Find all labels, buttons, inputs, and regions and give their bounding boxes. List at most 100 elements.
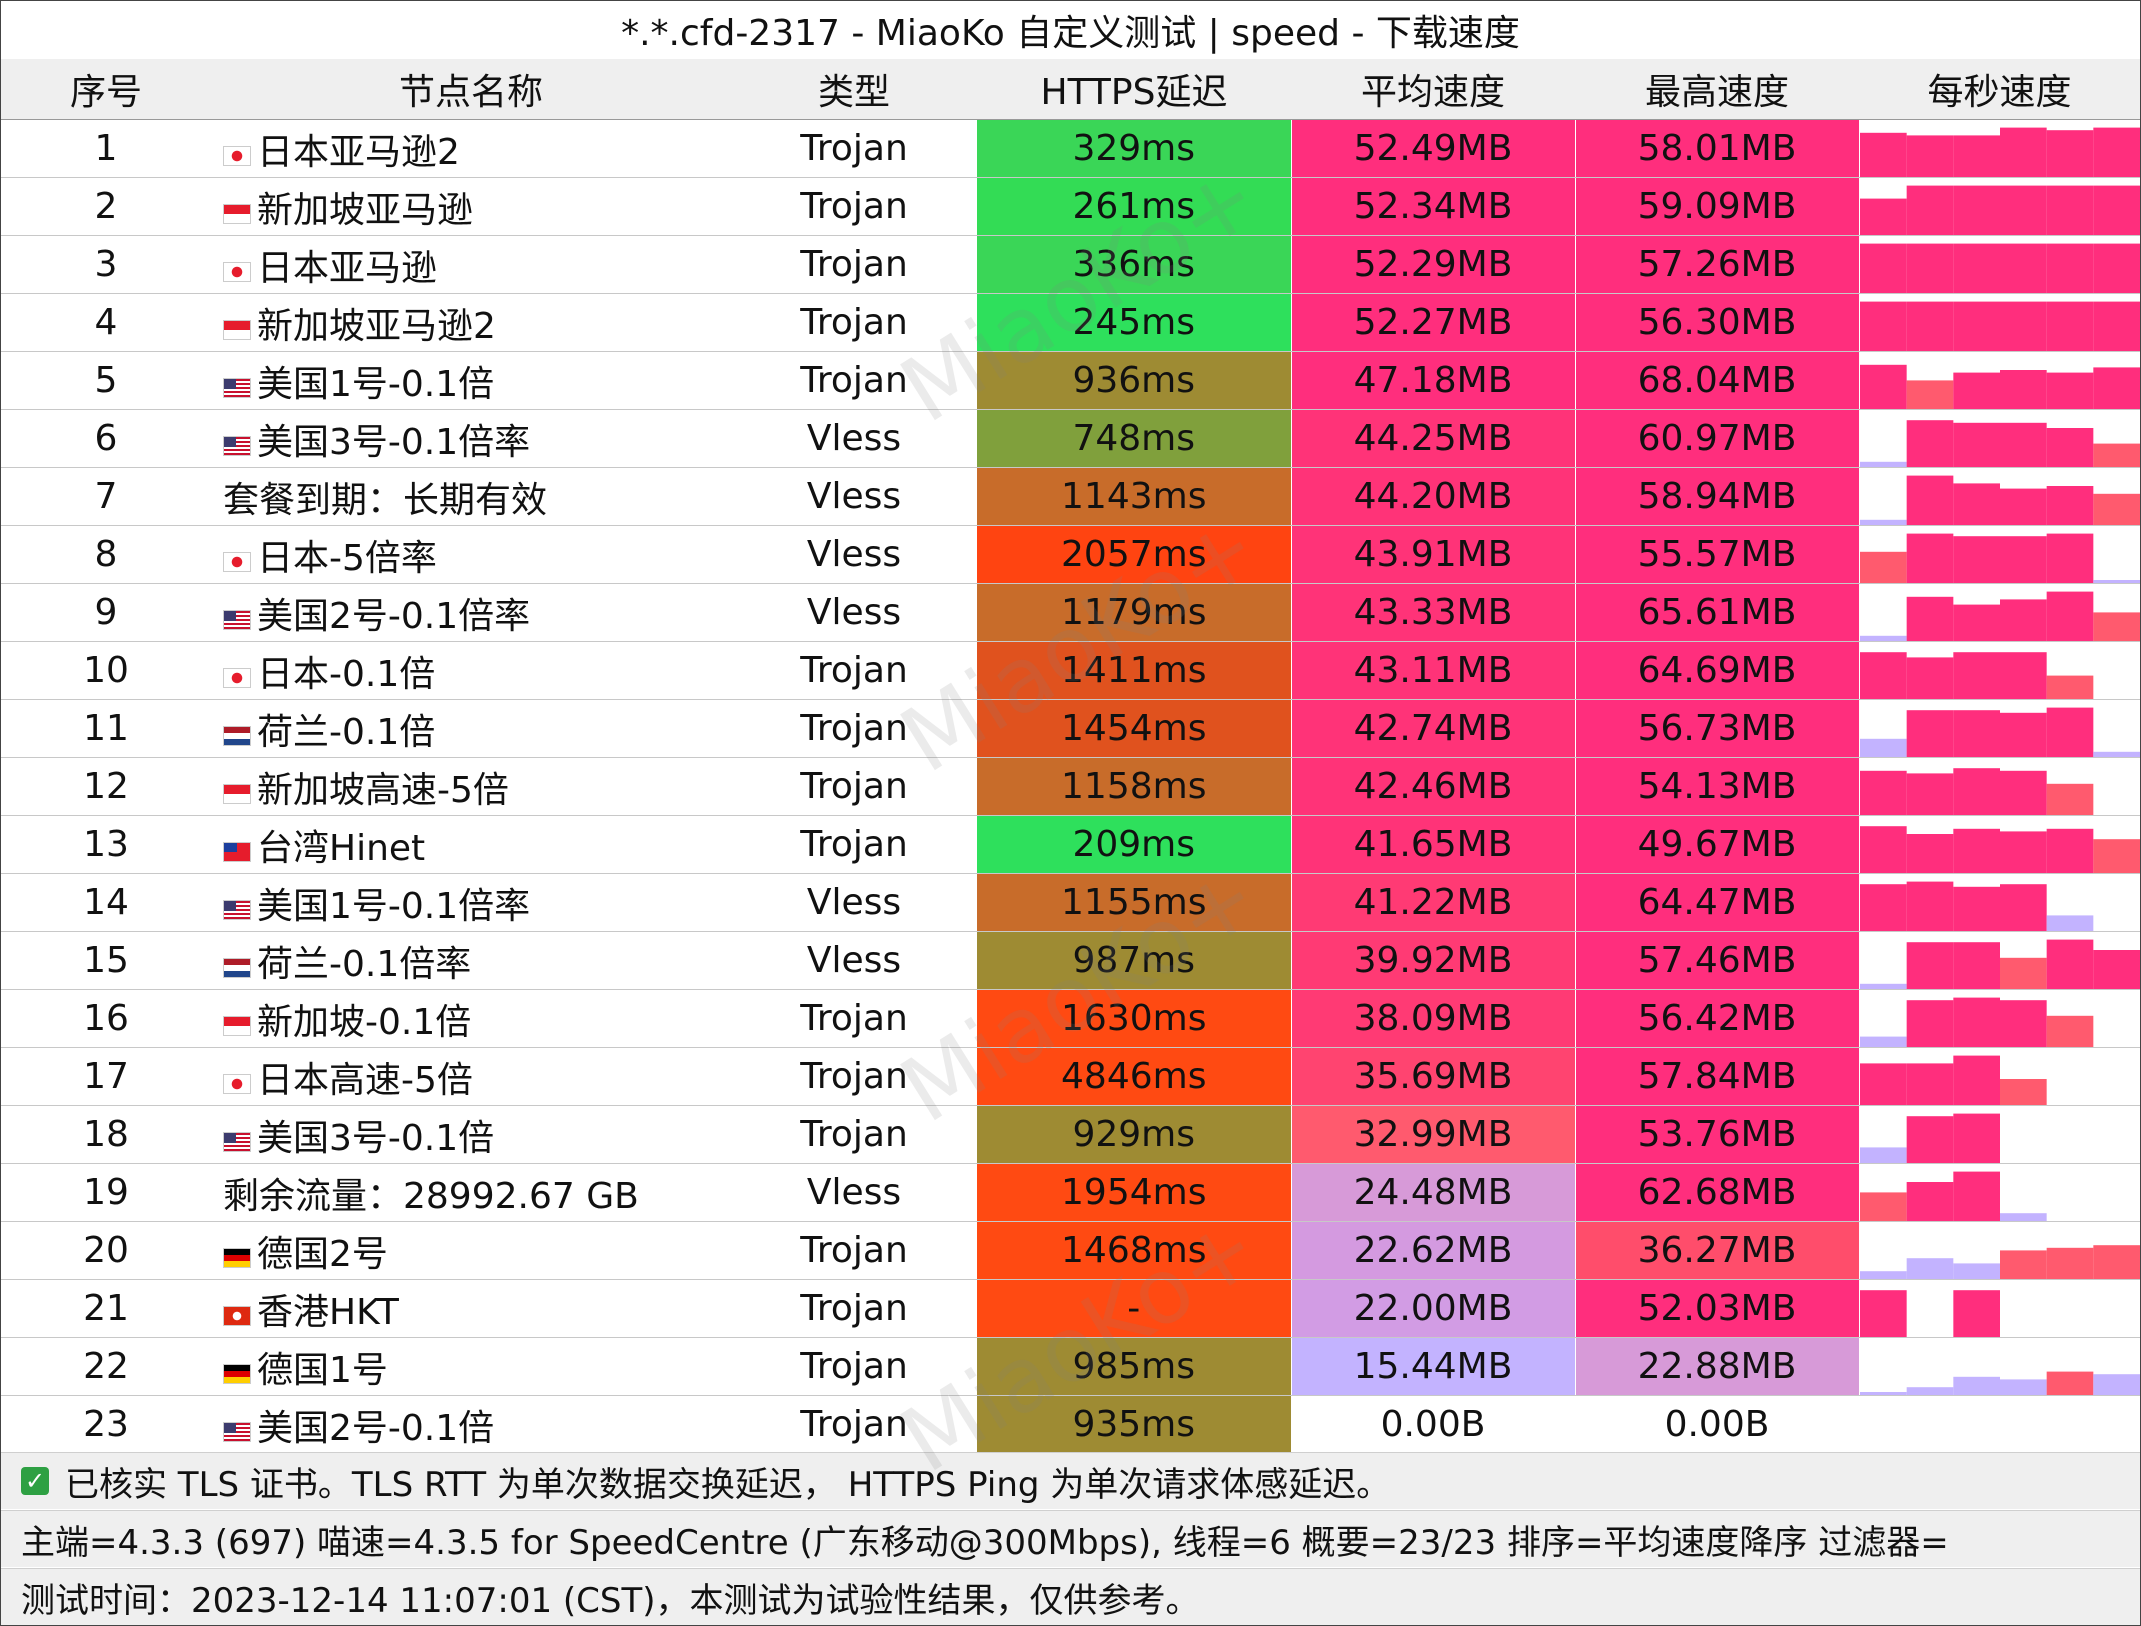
row-max-speed: 0.00B [1575,1395,1860,1454]
sparkline-bar [1859,198,1907,235]
speed-sparkline [1859,707,2140,757]
row-avg-speed: 41.65MB [1291,815,1576,874]
row-https-latency: 1954ms [977,1163,1292,1222]
row-type: Vless [731,583,977,642]
row-avg-speed: 52.27MB [1291,293,1576,352]
sparkline-bar [1859,519,1907,525]
sparkline-bar [1999,1378,2047,1395]
node-name-text: 美国3号-0.1倍率 [257,421,531,463]
col-per-second-speed: 每秒速度 [1859,59,2140,120]
flag-de-icon [223,1363,251,1384]
row-https-latency: 245ms [977,293,1292,352]
node-name-text: 德国2号 [257,1233,388,1275]
table-row: 12 新加坡高速-5倍 Trojan 1158ms 42.46MB 54.13MB [1,757,2140,816]
flag-jp-icon [223,261,251,282]
row-index: 14 [1,873,211,932]
row-index: 6 [1,409,211,468]
speed-sparkline [1859,939,2140,989]
table-row: 6 美国3号-0.1倍率 Vless 748ms 44.25MB 60.97MB [1,409,2140,468]
speed-sparkline [1859,591,2140,641]
node-name-text: 美国2号-0.1倍率 [257,595,531,637]
sparkline-bar [1952,185,2000,235]
table-row: 9 美国2号-0.1倍率 Vless 1179ms 43.33MB 65.61MB [1,583,2140,642]
row-per-second-speed [1859,1047,2140,1106]
sparkline-bar [1906,475,1953,525]
node-name-text: 新加坡-0.1倍 [257,1001,472,1043]
row-type: Trojan [731,1105,977,1164]
row-node-name: 日本高速-5倍 [211,1047,731,1106]
sparkline-bar [1952,1376,2000,1395]
row-https-latency: 1158ms [977,757,1292,816]
sparkline-bar [1952,651,2000,699]
row-avg-speed: 43.11MB [1291,641,1576,700]
row-max-speed: 56.30MB [1575,293,1860,352]
row-max-speed: 68.04MB [1575,351,1860,410]
row-per-second-speed [1859,409,2140,468]
sparkline-bar [1999,422,2047,467]
row-avg-speed: 52.49MB [1291,119,1576,178]
sparkline-bar [1859,635,1907,641]
result-image: *.*.cfd-2317 - MiaoKo 自定义测试 | speed - 下载… [0,0,2141,1626]
sparkline-bar [2046,185,2093,235]
node-name-text: 德国1号 [257,1349,388,1391]
row-type: Vless [731,409,977,468]
node-name-text: 套餐到期：长期有效 [223,479,548,521]
table-row: 4 新加坡亚马逊2 Trojan 245ms 52.27MB 56.30MB [1,293,2140,352]
row-node-name: 美国1号-0.1倍 [211,351,731,410]
flag-sg-icon [223,203,251,224]
row-node-name: 德国2号 [211,1221,731,1280]
row-https-latency: 935ms [977,1395,1292,1454]
sparkline-bar [1859,461,1907,467]
sparkline-bar [1952,767,2000,815]
row-node-name: 日本-5倍率 [211,525,731,584]
row-avg-speed: 0.00B [1291,1395,1576,1454]
sparkline-bar [2046,828,2093,873]
row-per-second-speed [1859,1279,2140,1338]
row-type: Trojan [731,351,977,410]
row-per-second-speed [1859,1337,2140,1396]
sparkline-bar [2046,707,2093,757]
row-index: 21 [1,1279,211,1338]
sparkline-bar [2092,243,2140,293]
sparkline-bar [1859,1270,1907,1279]
row-max-speed: 64.69MB [1575,641,1860,700]
sparkline-bar [1859,1062,1907,1105]
row-avg-speed: 52.34MB [1291,177,1576,236]
row-type: Trojan [731,989,977,1048]
speed-sparkline [1859,127,2140,177]
sparkline-bar [2092,1373,2140,1395]
sparkline-bar [1952,886,2000,931]
row-https-latency: - [977,1279,1292,1338]
speed-sparkline [1859,301,2140,351]
sparkline-bar [1999,883,2047,931]
row-https-latency: 329ms [977,119,1292,178]
sparkline-bar [1952,422,2000,467]
row-per-second-speed [1859,177,2140,236]
speed-sparkline [1859,1055,2047,1105]
node-name-text: 新加坡高速-5倍 [257,769,509,811]
row-max-speed: 53.76MB [1575,1105,1860,1164]
sparkline-bar [1952,1262,2000,1279]
table-row: 16 新加坡-0.1倍 Trojan 1630ms 38.09MB 56.42MB [1,989,2140,1048]
sparkline-bar [2046,301,2093,351]
row-https-latency: 748ms [977,409,1292,468]
sparkline-bar [2092,366,2140,409]
sparkline-bar [1906,301,1953,351]
sparkline-bar [1906,533,1953,583]
row-node-name: 新加坡-0.1倍 [211,989,731,1048]
row-per-second-speed [1859,119,2140,178]
speed-sparkline [1859,651,2093,699]
sparkline-bar [1999,535,2047,583]
speed-sparkline [1859,825,2140,873]
sparkline-bar [1859,651,1907,699]
speed-sparkline [1859,1289,2000,1337]
row-per-second-speed [1859,583,2140,642]
sparkline-bar [1952,1289,2000,1337]
flag-us-icon [223,899,251,920]
row-max-speed: 57.84MB [1575,1047,1860,1106]
row-per-second-speed [1859,1221,2140,1280]
sparkline-bar [1859,825,1907,873]
flag-de-icon [223,1247,251,1268]
sparkline-bar [2046,939,2093,989]
sparkline-bar [1859,983,1907,989]
